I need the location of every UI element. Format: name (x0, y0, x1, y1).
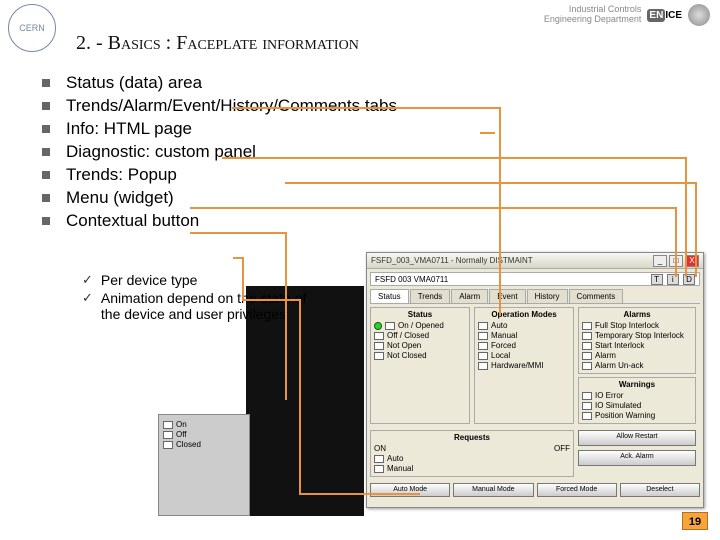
trend-button[interactable]: T (651, 274, 663, 285)
faceplate-popup[interactable]: FSFD_003_VMA0711 - Normally DISTMAINT _ … (366, 252, 704, 508)
group-alarms: Alarms Full Stop Interlock Temporary Sto… (578, 307, 696, 374)
header: Industrial Controls Engineering Departme… (544, 4, 710, 26)
main-bullets: Status (data) area Trends/Alarm/Event/Hi… (42, 70, 662, 234)
bullet-icon (42, 125, 50, 133)
bullet-icon (42, 194, 50, 202)
bullet-text: Status (data) area (66, 73, 202, 93)
bullet-text: Menu (widget) (66, 188, 174, 208)
bullet-text: Contextual button (66, 211, 199, 231)
chip-icon (688, 4, 710, 26)
tabs: Status Trends Alarm Event History Commen… (370, 289, 700, 304)
manual-mode-button[interactable]: Manual Mode (453, 483, 533, 497)
maximize-button[interactable]: □ (669, 255, 683, 267)
ack-alarm-button[interactable]: Ack. Alarm (578, 450, 696, 466)
info-button[interactable]: i (667, 274, 679, 285)
group-requests: Requests ONOFF Auto Manual (370, 430, 574, 477)
bullet-icon (42, 171, 50, 179)
bullet-icon (42, 217, 50, 225)
bullet-icon (42, 102, 50, 110)
minimize-button[interactable]: _ (653, 255, 667, 267)
bullet-text: Diagnostic: custom panel (66, 142, 256, 162)
enice-badge: ENICE (647, 10, 682, 21)
page-number: 19 (682, 512, 708, 530)
close-button[interactable]: X (685, 255, 699, 267)
popup-title: FSFD_003_VMA0711 - Normally DISTMAINT (371, 256, 651, 265)
bullet-icon (42, 79, 50, 87)
dept-text: Industrial Controls Engineering Departme… (544, 5, 642, 25)
sub-bullets: ✓Per device type ✓Animation depend on th… (82, 270, 312, 324)
sub-text: Per device type (101, 272, 198, 288)
deselect-button[interactable]: Deselect (620, 483, 700, 497)
group-modes: Operation Modes Auto Manual Forced Local… (474, 307, 574, 424)
bullet-text: Info: HTML page (66, 119, 192, 139)
bullet-text: Trends/Alarm/Event/History/Comments tabs (66, 96, 397, 116)
tab-history[interactable]: History (527, 289, 568, 303)
tab-alarm[interactable]: Alarm (451, 289, 488, 303)
top-icon-buttons: T i D (649, 274, 695, 285)
popup-titlebar[interactable]: FSFD_003_VMA0711 - Normally DISTMAINT _ … (367, 253, 703, 269)
tab-status[interactable]: Status (370, 289, 409, 303)
bullet-text: Trends: Popup (66, 165, 177, 185)
tab-event[interactable]: Event (489, 289, 525, 303)
cern-logo: CERN (8, 4, 56, 52)
bullet-icon (42, 148, 50, 156)
tab-comments[interactable]: Comments (569, 289, 624, 303)
auto-mode-button[interactable]: Auto Mode (370, 483, 450, 497)
check-icon: ✓ (82, 272, 93, 288)
mode-buttons: Auto Mode Manual Mode Forced Mode Desele… (367, 480, 703, 500)
diag-button[interactable]: D (683, 274, 695, 285)
group-status: Status On / Opened Off / Closed Not Open… (370, 307, 470, 424)
check-icon: ✓ (82, 290, 93, 322)
breadcrumb: FSFD 003 VMA0711 T i D (370, 272, 700, 286)
slide-title: 2. - Basics : Faceplate information (76, 32, 359, 55)
group-warnings: Warnings IO Error IO Simulated Position … (578, 377, 696, 424)
tab-trends[interactable]: Trends (410, 289, 451, 303)
allow-restart-button[interactable]: Allow Restart (578, 430, 696, 446)
mini-panel: On Off Closed (158, 414, 250, 516)
sub-text: Animation depend on the state of the dev… (101, 290, 312, 322)
forced-mode-button[interactable]: Forced Mode (537, 483, 617, 497)
